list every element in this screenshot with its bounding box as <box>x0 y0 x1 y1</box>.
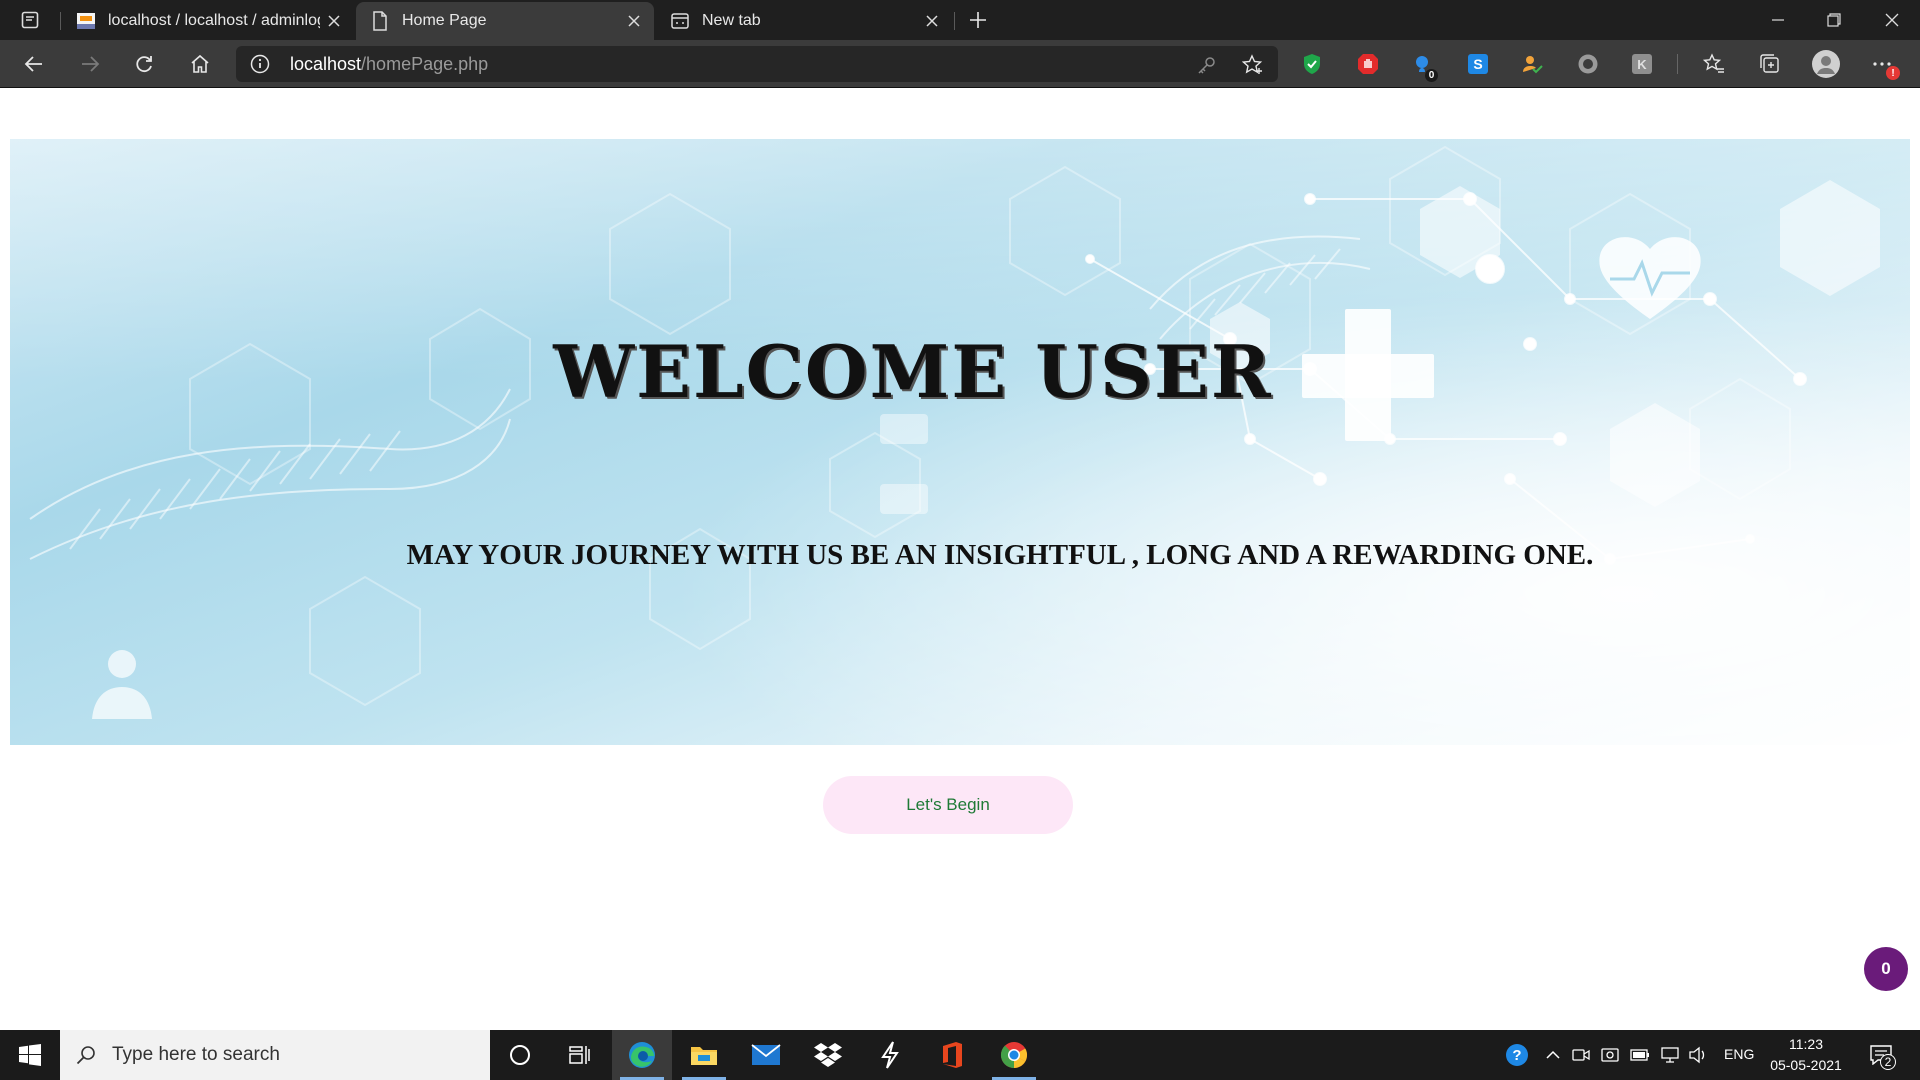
volume-icon[interactable] <box>1686 1043 1710 1067</box>
tab-title: localhost / localhost / adminlogi <box>108 12 320 29</box>
chrome-icon[interactable] <box>984 1030 1044 1080</box>
user-check-extension-icon[interactable] <box>1518 50 1546 78</box>
profile-avatar-icon[interactable] <box>1812 50 1840 78</box>
tab-title: Home Page <box>402 12 487 29</box>
clock-time: 11:23 <box>1789 1036 1823 1052</box>
edge-taskbar-icon[interactable] <box>612 1030 672 1080</box>
network-icon[interactable] <box>1658 1043 1682 1067</box>
dropbox-icon[interactable] <box>798 1030 858 1080</box>
medical-hexagon-background <box>10 139 1910 745</box>
close-tab-icon[interactable] <box>918 7 946 35</box>
windows-taskbar: Type here to search ? ENG 11:23 05-05-20… <box>0 1030 1920 1080</box>
home-button[interactable] <box>182 46 218 82</box>
search-placeholder: Type here to search <box>112 1044 280 1065</box>
url-path: /homePage.php <box>361 54 489 74</box>
start-button[interactable] <box>0 1030 60 1080</box>
notification-count-badge: 2 <box>1880 1054 1896 1070</box>
url-text[interactable]: localhost/homePage.php <box>290 54 488 75</box>
k-extension-icon[interactable]: K <box>1628 50 1656 78</box>
close-tab-icon[interactable] <box>620 7 648 35</box>
bolt-app-icon[interactable] <box>860 1030 920 1080</box>
tab-actions-icon[interactable] <box>12 8 48 32</box>
toolbar-divider <box>1677 54 1678 74</box>
add-favorite-icon[interactable] <box>1242 54 1264 76</box>
address-bar[interactable]: localhost/homePage.php <box>236 46 1278 82</box>
shield-counter-icon[interactable]: 0 <box>1408 50 1438 82</box>
chevron-up-icon[interactable] <box>1541 1043 1565 1067</box>
tab-new-tab[interactable]: New tab <box>656 2 952 40</box>
file-explorer-icon[interactable] <box>674 1030 734 1080</box>
minimize-button[interactable] <box>1750 0 1806 40</box>
windows-logo-icon <box>19 1044 41 1066</box>
tab-title: New tab <box>702 12 761 29</box>
mail-icon[interactable] <box>736 1030 796 1080</box>
collections-icon[interactable] <box>1756 50 1784 78</box>
svg-text:S: S <box>1473 56 1482 72</box>
key-icon[interactable] <box>1196 54 1218 76</box>
settings-more-icon[interactable]: ! <box>1868 50 1900 80</box>
restore-button[interactable] <box>1806 0 1862 40</box>
close-window-button[interactable] <box>1864 0 1920 40</box>
language-indicator[interactable]: ENG <box>1724 1046 1754 1062</box>
browser-toolbar: localhost/homePage.php 0 S K ! <box>0 40 1920 88</box>
skype-extension-icon[interactable]: S <box>1464 50 1492 78</box>
meet-now-icon[interactable] <box>1569 1043 1593 1067</box>
favorites-icon[interactable] <box>1700 50 1728 78</box>
stop-hand-icon[interactable] <box>1354 50 1382 78</box>
taskbar-search-box[interactable]: Type here to search <box>60 1030 490 1080</box>
page-icon <box>370 11 390 31</box>
info-icon[interactable] <box>250 54 270 74</box>
adguard-shield-icon[interactable] <box>1298 50 1326 78</box>
profile-alert-badge: ! <box>1886 66 1900 80</box>
tagline-text: MAY YOUR JOURNEY WITH US BE AN INSIGHTFU… <box>406 539 1594 571</box>
welcome-heading: WELCOME USER <box>553 329 1273 414</box>
tab-divider <box>954 12 955 30</box>
back-button[interactable] <box>16 46 52 82</box>
close-tab-icon[interactable] <box>320 7 348 35</box>
new-tab-button[interactable] <box>960 6 996 34</box>
refresh-button[interactable] <box>126 46 162 82</box>
cortana-icon[interactable] <box>490 1030 550 1080</box>
browser-tab-strip: localhost / localhost / adminlogi Home P… <box>0 0 1920 40</box>
search-icon <box>74 1043 98 1067</box>
phpmyadmin-icon <box>76 11 96 31</box>
lets-begin-button[interactable]: Let's Begin <box>823 776 1073 834</box>
tab-home-page[interactable]: Home Page <box>356 2 654 40</box>
action-center-icon[interactable]: 2 <box>1866 1040 1896 1070</box>
shield-count-badge: 0 <box>1425 69 1438 82</box>
forward-button[interactable] <box>72 46 108 82</box>
screen-capture-icon[interactable] <box>1598 1043 1622 1067</box>
url-host: localhost <box>290 54 362 74</box>
hero-banner: WELCOME USER MAY YOUR JOURNEY WITH US BE… <box>10 139 1910 745</box>
clock-date: 05-05-2021 <box>1770 1057 1842 1073</box>
battery-icon[interactable] <box>1628 1043 1652 1067</box>
office-icon[interactable] <box>922 1030 982 1080</box>
help-icon[interactable]: ? <box>1505 1043 1529 1067</box>
task-view-icon[interactable] <box>550 1030 610 1080</box>
svg-text:K: K <box>1637 57 1647 72</box>
page-viewport: WELCOME USER MAY YOUR JOURNEY WITH US BE… <box>0 89 1920 1030</box>
newtab-icon <box>670 11 690 31</box>
svg-text:?: ? <box>1512 1047 1521 1064</box>
tab-adminlogin[interactable]: localhost / localhost / adminlogi <box>62 2 354 40</box>
record-extension-icon[interactable] <box>1574 50 1602 78</box>
floating-count-bubble[interactable]: 0 <box>1864 947 1908 991</box>
system-clock[interactable]: 11:23 05-05-2021 <box>1762 1034 1850 1076</box>
tab-divider <box>60 12 61 30</box>
